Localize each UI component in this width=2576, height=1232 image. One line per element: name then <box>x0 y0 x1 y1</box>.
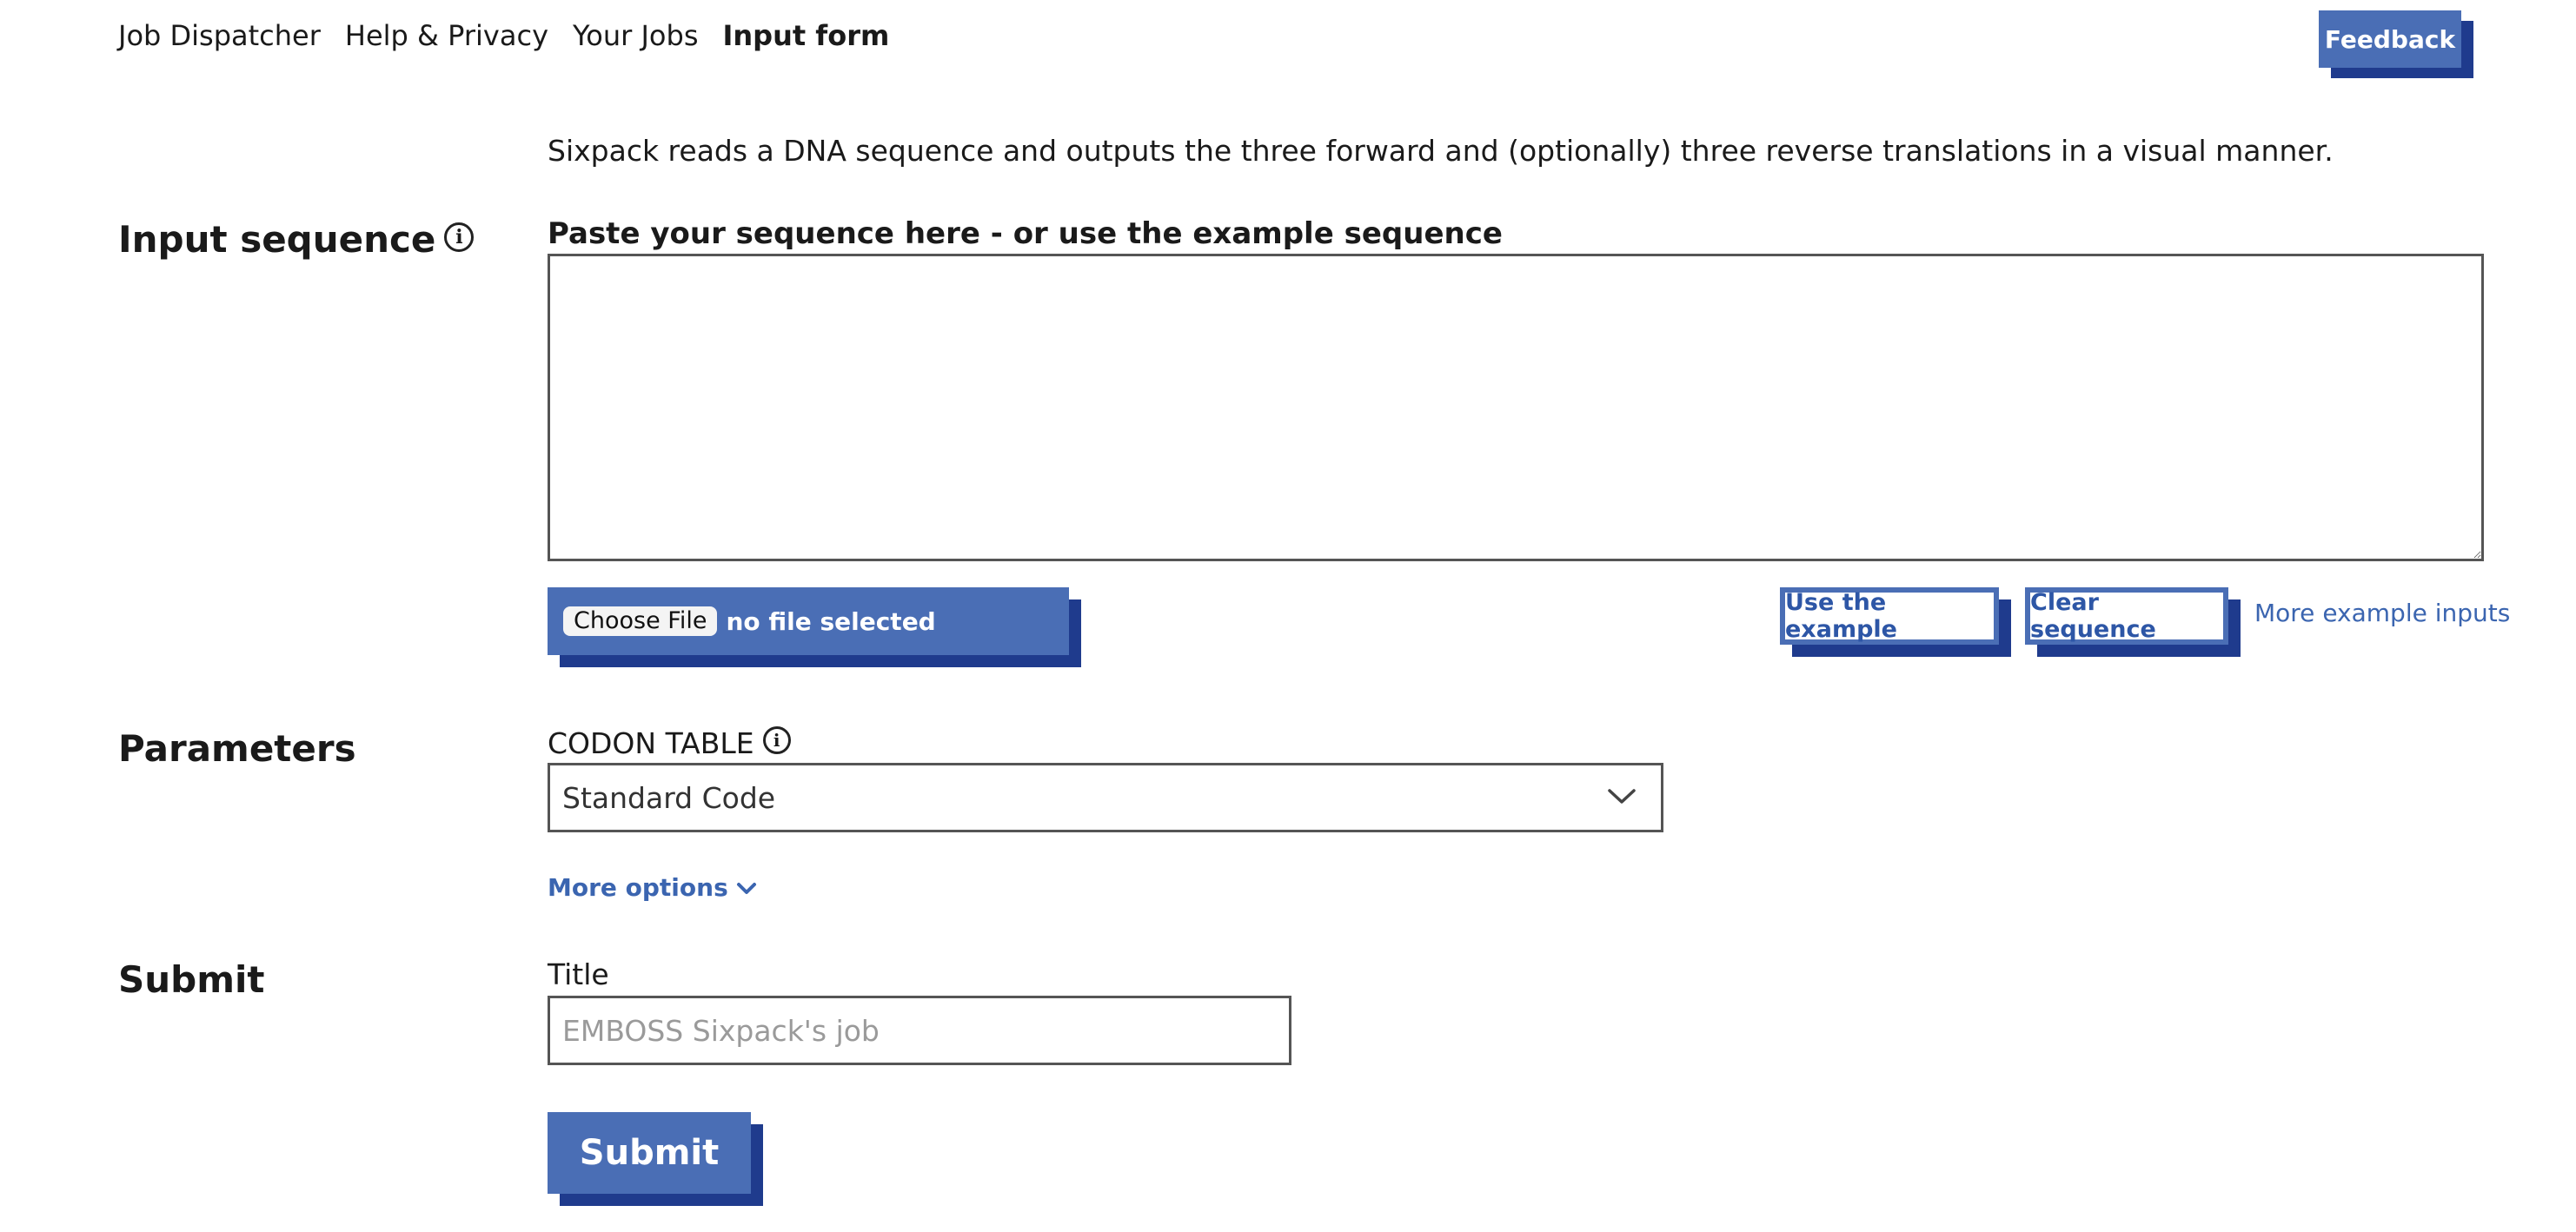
more-options-toggle[interactable]: More options <box>548 871 758 905</box>
top-nav: Job Dispatcher Help & Privacy Your Jobs … <box>118 16 889 56</box>
info-icon[interactable]: i <box>444 222 475 252</box>
more-options-label: More options <box>548 873 728 902</box>
use-example-label: Use the example <box>1780 587 1999 645</box>
info-icon[interactable]: i <box>762 725 791 754</box>
submit-button-label: Submit <box>548 1112 751 1194</box>
intro-text: Sixpack reads a DNA sequence and outputs… <box>548 134 2334 168</box>
paste-sequence-label: Paste your sequence here - or use the ex… <box>548 216 1503 251</box>
file-upload-control[interactable]: Choose File no file selected <box>548 587 1081 667</box>
submit-button[interactable]: Submit <box>548 1112 763 1206</box>
nav-your-jobs[interactable]: Your Jobs <box>573 16 698 56</box>
file-status-text: no file selected <box>726 606 936 636</box>
chevron-down-icon <box>736 883 756 894</box>
more-example-inputs-link[interactable]: More example inputs <box>2254 596 2510 631</box>
submit-heading: Submit <box>118 958 265 1001</box>
sequence-textarea[interactable] <box>548 254 2484 561</box>
feedback-button-label: Feedback <box>2319 10 2461 68</box>
codon-table-selected-value: Standard Code <box>562 780 776 815</box>
file-upload-face: Choose File no file selected <box>548 587 1069 655</box>
input-sequence-heading-label: Input sequence <box>118 218 436 261</box>
clear-sequence-label: Clear sequence <box>2025 587 2228 645</box>
job-title-label: Title <box>548 957 609 991</box>
clear-sequence-button[interactable]: Clear sequence <box>2025 587 2241 657</box>
job-title-input[interactable] <box>548 996 1291 1065</box>
nav-help-privacy[interactable]: Help & Privacy <box>345 16 548 56</box>
use-example-button[interactable]: Use the example <box>1780 587 2011 657</box>
codon-table-select[interactable]: Standard Code <box>548 763 1663 832</box>
choose-file-button[interactable]: Choose File <box>563 606 718 636</box>
codon-table-label-text: CODON TABLE <box>548 726 754 760</box>
nav-input-form[interactable]: Input form <box>722 16 889 56</box>
feedback-button[interactable]: Feedback <box>2319 10 2473 78</box>
chevron-down-icon <box>1608 789 1636 804</box>
parameters-heading: Parameters <box>118 727 356 770</box>
codon-table-label: CODON TABLE i <box>548 723 791 765</box>
nav-job-dispatcher[interactable]: Job Dispatcher <box>118 16 321 56</box>
input-sequence-heading: Input sequence i <box>118 215 475 264</box>
